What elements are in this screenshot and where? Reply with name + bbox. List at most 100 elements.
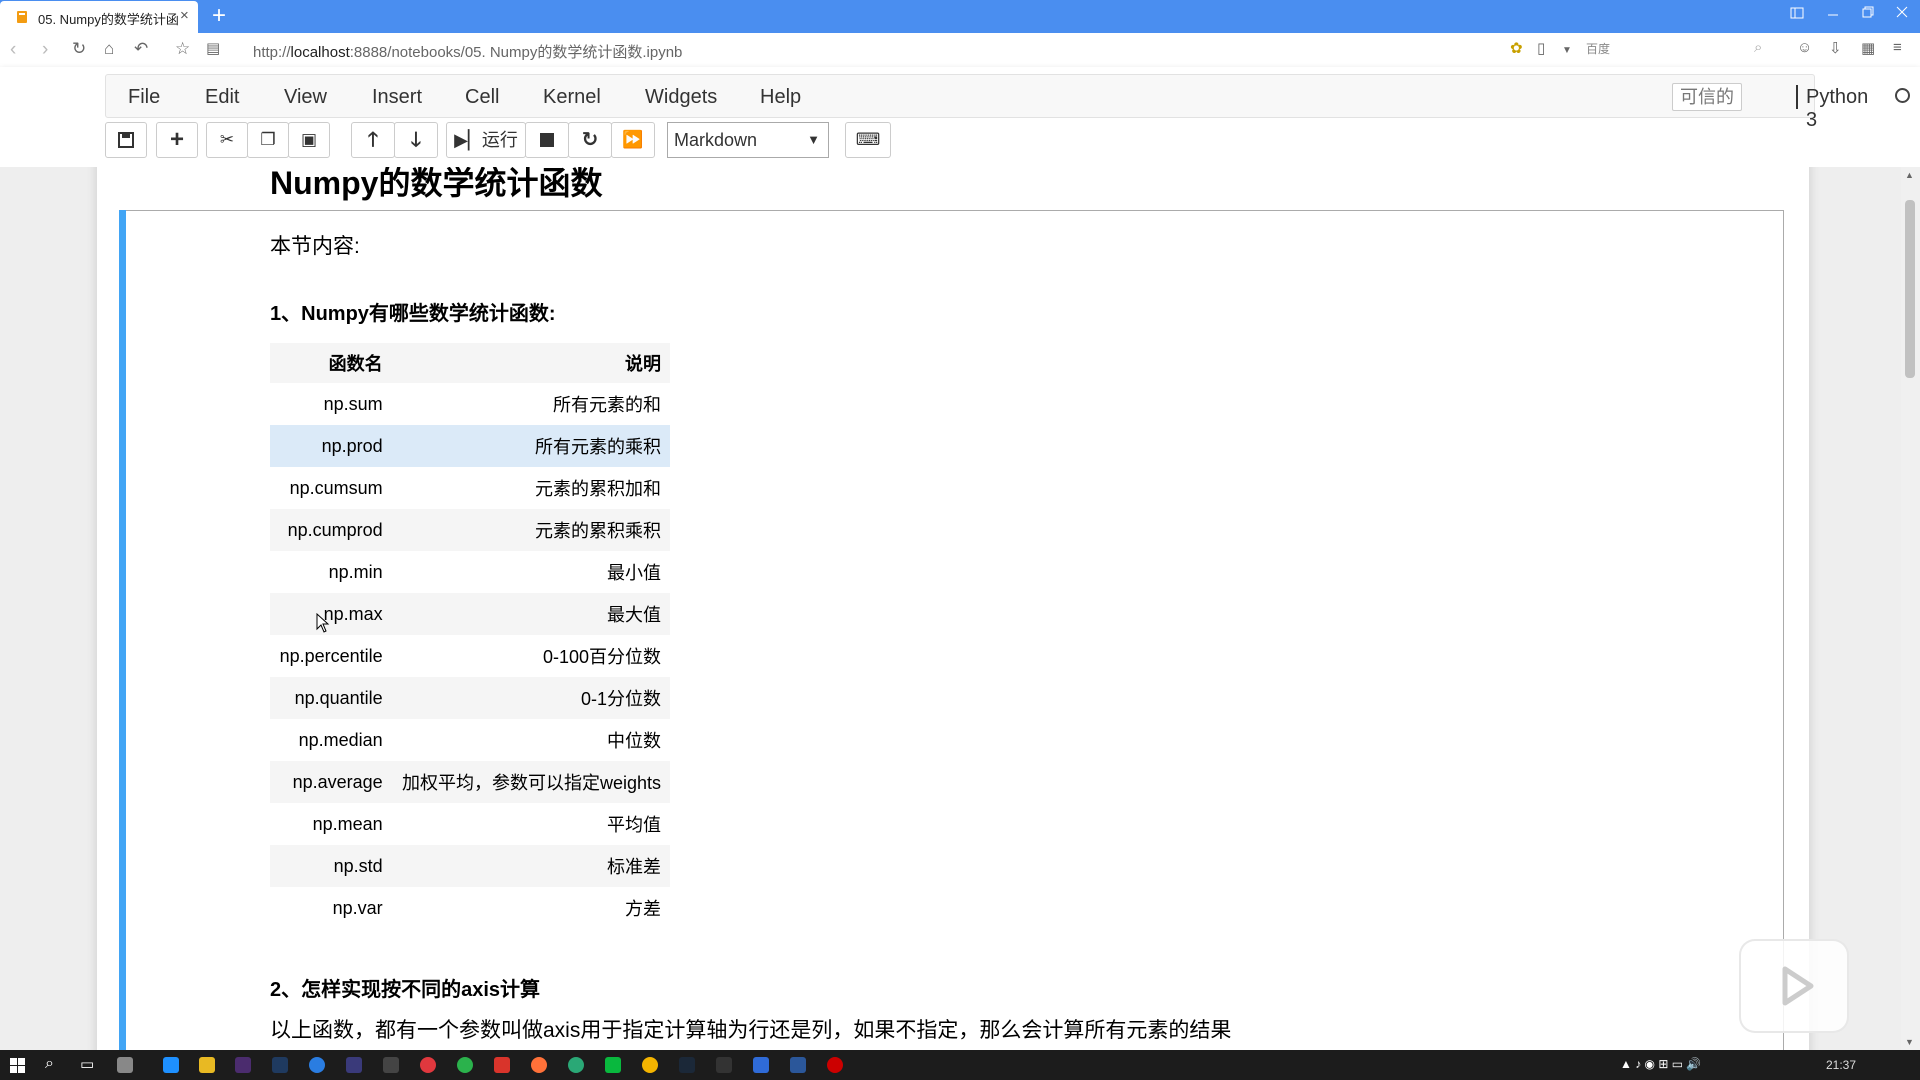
function-desc: 加权平均，参数可以指定weights [391, 761, 670, 803]
steam-icon[interactable] [679, 1057, 695, 1073]
pycharm-icon[interactable] [383, 1057, 399, 1073]
save-button[interactable] [105, 122, 147, 158]
video-play-overlay[interactable] [1739, 939, 1849, 1033]
taskbar-search-icon[interactable]: ⌕ [45, 1055, 54, 1073]
taskbar-clock[interactable]: 21:37 [1826, 1058, 1856, 1072]
restore-icon[interactable] [1862, 6, 1874, 18]
collections-icon[interactable]: ▦ [1861, 39, 1875, 57]
sidebar-toggle-icon[interactable] [1790, 6, 1804, 20]
menu-help[interactable]: Help [760, 86, 801, 109]
edge-icon[interactable] [163, 1057, 179, 1073]
table-row: np.sum 所有元素的和 [270, 383, 670, 425]
word-icon[interactable] [790, 1057, 806, 1073]
table-header-name: 函数名 [270, 343, 392, 383]
menu-kernel[interactable]: Kernel [543, 86, 601, 109]
function-desc: 标准差 [391, 845, 670, 887]
scroll-down-icon[interactable]: ▼ [1905, 1037, 1914, 1047]
wechat-icon[interactable] [605, 1057, 621, 1073]
cell-type-select[interactable]: Markdown ▼ [667, 122, 829, 158]
search-input[interactable]: 百度 [1586, 40, 1610, 57]
function-name: np.min [328, 561, 383, 582]
selected-cell-indicator [119, 210, 126, 1050]
folder-icon[interactable] [199, 1057, 215, 1073]
photoshop-icon[interactable] [272, 1057, 288, 1073]
app-icon[interactable] [568, 1057, 584, 1073]
function-desc: 方差 [625, 899, 661, 919]
account-icon[interactable]: ☺ [1797, 39, 1812, 56]
terminal-icon[interactable] [716, 1057, 732, 1073]
interrupt-button[interactable] [525, 122, 569, 158]
app-icon[interactable] [457, 1057, 473, 1073]
record-icon[interactable] [827, 1057, 843, 1073]
tray-icons[interactable]: ▲ ♪ ◉ ⊞ ▭ 🔊 [1620, 1057, 1701, 1071]
reload-icon[interactable]: ↻ [72, 39, 86, 59]
move-down-button[interactable]: 🡓 [394, 122, 438, 158]
menu-widgets[interactable]: Widgets [645, 86, 717, 109]
restart-run-all-button[interactable]: ⏩ [611, 122, 655, 158]
forward-icon[interactable]: › [42, 39, 48, 61]
premiere-icon[interactable] [235, 1057, 251, 1073]
url-field[interactable]: http://localhost:8888/notebooks/05. Nump… [253, 41, 682, 62]
menu-view[interactable]: View [284, 86, 327, 109]
star-icon[interactable]: ☆ [175, 39, 190, 59]
download-icon[interactable]: ⇩ [1829, 39, 1842, 57]
menu-bar: File Edit View Insert Cell Kernel Widget… [105, 74, 1910, 131]
table-row: np.mean 平均值 [270, 803, 670, 845]
run-label: 运行 [481, 130, 518, 150]
mouse-cursor-icon [316, 613, 330, 633]
minimize-icon[interactable] [1827, 10, 1839, 20]
windows-start-icon[interactable] [10, 1058, 25, 1073]
url-path: :8888/notebooks/05. Numpy的数学统计函数.ipynb [349, 44, 683, 61]
tab-close-icon[interactable]: × [180, 7, 189, 24]
function-name: np.median [298, 729, 383, 750]
bookmark-book-icon[interactable]: ▯ [1537, 39, 1545, 57]
jupyter-header: File Edit View Insert Cell Kernel Widget… [0, 67, 1920, 167]
extension-icon[interactable]: ✿ [1510, 39, 1523, 57]
chrome-icon[interactable] [642, 1057, 658, 1073]
menu-cell[interactable]: Cell [465, 86, 499, 109]
task-view-icon[interactable]: ▭ [80, 1055, 94, 1073]
dropdown-icon[interactable]: ▼ [1562, 45, 1572, 56]
step-forward-icon: ▶▏ [454, 130, 482, 150]
insert-cell-button[interactable]: + [156, 122, 198, 158]
menu-edit[interactable]: Edit [205, 86, 239, 109]
menu-file[interactable]: File [128, 86, 160, 109]
menu-icon[interactable]: ≡ [1893, 39, 1902, 56]
scissors-icon: ✂ [219, 130, 235, 149]
function-desc: 中位数 [607, 731, 661, 751]
home-icon[interactable]: ⌂ [104, 39, 114, 59]
table-row: np.var 方差 [270, 887, 670, 929]
app-icon[interactable] [346, 1057, 362, 1073]
function-name: np.quantile [270, 677, 392, 719]
search-icon[interactable]: ⌕ [1754, 39, 1762, 56]
cut-button[interactable]: ✂ [206, 122, 248, 158]
trusted-badge[interactable]: 可信的 [1672, 83, 1742, 111]
table-row: np.min 最小值 [270, 551, 670, 593]
browser-tab[interactable]: 05. Numpy的数学统计函数 × [0, 1, 198, 33]
url-prefix: http:// [253, 44, 291, 61]
browser-active-icon[interactable] [753, 1057, 769, 1073]
scrollbar-thumb[interactable] [1905, 200, 1915, 378]
move-up-button[interactable]: 🡑 [351, 122, 395, 158]
app-icon[interactable] [117, 1057, 133, 1073]
paste-button[interactable]: ▣ [288, 122, 330, 158]
firefox-icon[interactable] [531, 1057, 547, 1073]
close-window-icon[interactable] [1896, 6, 1908, 18]
menu-insert[interactable]: Insert [372, 86, 422, 109]
back-icon[interactable]: ‹ [10, 39, 16, 61]
undo-icon[interactable]: ↶ [134, 39, 148, 59]
copy-button[interactable]: ❐ [247, 122, 289, 158]
function-name: np.cumsum [289, 477, 383, 498]
table-row: np.percentile 0-100百分位数 [270, 635, 670, 677]
new-tab-button[interactable]: + [212, 2, 226, 30]
scroll-up-icon[interactable]: ▲ [1905, 170, 1914, 180]
restart-button[interactable]: ↻ [568, 122, 612, 158]
stop-icon [540, 133, 554, 147]
app-icon[interactable] [309, 1057, 325, 1073]
app-icon[interactable] [420, 1057, 436, 1073]
cell-type-value: Markdown [674, 130, 758, 150]
run-button[interactable]: ▶▏运行 [446, 122, 526, 158]
reader-icon[interactable]: ▤ [206, 39, 220, 57]
acrobat-icon[interactable] [494, 1057, 510, 1073]
command-palette-button[interactable]: ⌨ [845, 122, 891, 158]
